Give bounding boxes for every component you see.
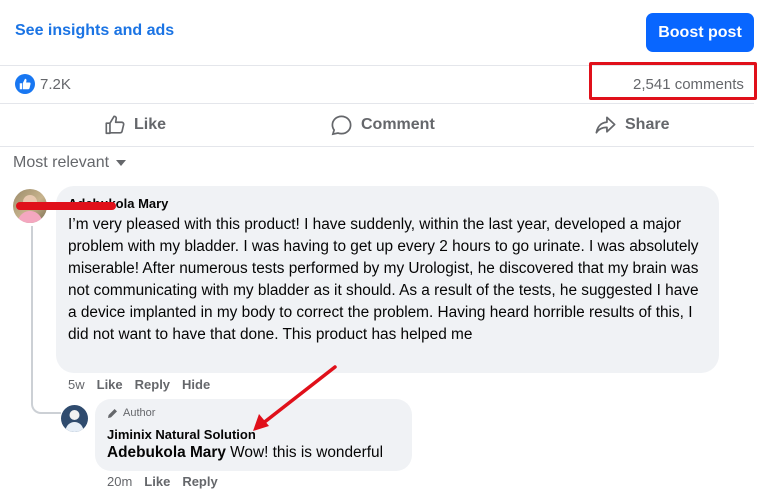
author-badge: Author bbox=[107, 407, 155, 419]
comment-hide-link[interactable]: Hide bbox=[182, 377, 210, 392]
comment-meta: 5w Like Reply Hide bbox=[68, 377, 210, 392]
like-button[interactable]: Like bbox=[104, 112, 166, 138]
comment-button[interactable]: Comment bbox=[330, 112, 435, 138]
author-badge-label: Author bbox=[123, 407, 156, 419]
mention-tag[interactable]: Adebukola Mary bbox=[107, 444, 226, 461]
like-label: Like bbox=[134, 116, 167, 133]
reply-like-link[interactable]: Like bbox=[144, 474, 170, 489]
like-reaction-icon[interactable] bbox=[15, 74, 35, 94]
redaction-mark bbox=[16, 202, 116, 210]
share-icon bbox=[595, 115, 616, 134]
sort-dropdown[interactable]: Most relevant bbox=[13, 154, 127, 172]
comment-label: Comment bbox=[361, 116, 435, 133]
comment-like-link[interactable]: Like bbox=[97, 377, 123, 392]
reply-author-name[interactable]: Jiminix Natural Solution bbox=[107, 427, 256, 442]
reply-meta: 20m Like Reply bbox=[107, 474, 218, 489]
divider bbox=[0, 103, 754, 104]
see-insights-link[interactable]: See insights and ads bbox=[15, 22, 174, 40]
divider bbox=[0, 146, 754, 147]
reply-time[interactable]: 20m bbox=[107, 474, 132, 489]
comment-icon bbox=[331, 115, 352, 135]
annotation-highlight-box bbox=[589, 62, 757, 100]
thumbs-up-icon bbox=[105, 115, 125, 135]
pencil-icon bbox=[108, 409, 117, 418]
reaction-count[interactable]: 7.2K bbox=[40, 76, 71, 93]
sort-label: Most relevant bbox=[13, 154, 110, 171]
reply-reply-link[interactable]: Reply bbox=[182, 474, 217, 489]
boost-post-button[interactable]: Boost post bbox=[646, 13, 754, 52]
share-button[interactable]: Share bbox=[594, 112, 669, 138]
comment-time[interactable]: 5w bbox=[68, 377, 85, 392]
comment-text: I’m very pleased with this product! I ha… bbox=[68, 216, 699, 343]
reply-message: Wow! this is wonderful bbox=[225, 444, 383, 461]
author-avatar[interactable] bbox=[61, 405, 88, 432]
comment-reply-link[interactable]: Reply bbox=[135, 377, 170, 392]
caret-down-icon bbox=[116, 160, 127, 166]
share-label: Share bbox=[625, 116, 670, 133]
reply-text: Adebukola Mary Wow! this is wonderful bbox=[107, 444, 383, 462]
